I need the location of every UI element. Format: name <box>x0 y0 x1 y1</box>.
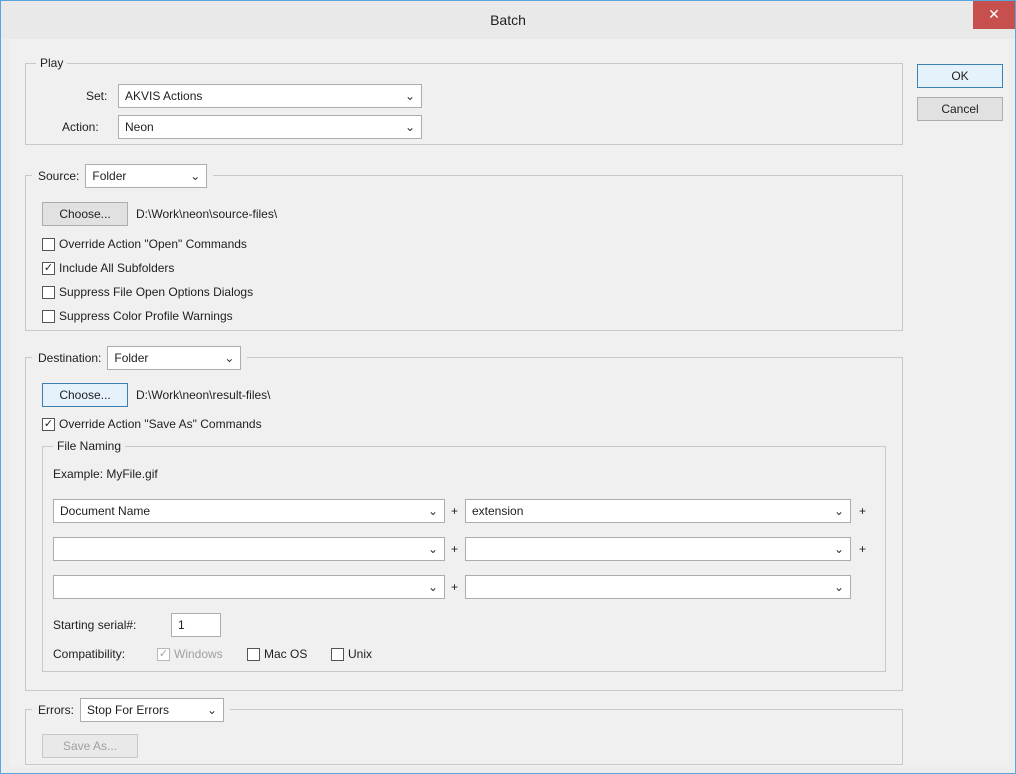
source-label: Source: <box>38 169 80 183</box>
ok-button[interactable]: OK <box>917 64 1003 88</box>
option-label: Override Action "Open" Commands <box>59 237 247 251</box>
file-naming-legend: File Naming <box>53 438 126 454</box>
destination-select[interactable]: Folder ⌄ <box>107 346 242 370</box>
chevron-down-icon: ⌄ <box>224 351 235 365</box>
errors-value: Stop For Errors <box>87 703 170 717</box>
chevron-down-icon: ⌄ <box>404 120 415 134</box>
errors-select[interactable]: Stop For Errors ⌄ <box>80 698 224 722</box>
source-choose-button[interactable]: Choose... <box>42 202 128 226</box>
plus-sign: + <box>859 504 867 518</box>
cancel-button[interactable]: Cancel <box>917 97 1003 121</box>
checkbox[interactable] <box>331 647 344 661</box>
save-as-button[interactable]: Save As... <box>42 734 138 758</box>
compat-windows: ✓ Windows <box>157 644 223 664</box>
check-icon: ✓ <box>157 647 170 661</box>
option-label: Suppress Color Profile Warnings <box>59 309 233 323</box>
field-value: extension <box>472 504 524 518</box>
close-icon[interactable]: ✕ <box>973 1 1015 29</box>
chevron-down-icon: ⌄ <box>833 542 844 556</box>
play-group: Play Set: AKVIS Actions ⌄ Action: Neon ⌄ <box>25 55 903 145</box>
destination-path: D:\Work\neon\result-files\ <box>136 388 271 402</box>
option-label: Mac OS <box>264 647 308 661</box>
suppress-color-warnings-option[interactable]: Suppress Color Profile Warnings <box>42 306 233 326</box>
file-naming-group: File Naming Example: MyFile.gif Document… <box>42 438 886 672</box>
option-label: Suppress File Open Options Dialogs <box>59 285 254 299</box>
source-value: Folder <box>92 169 127 183</box>
source-header: Source: Folder ⌄ <box>32 164 214 188</box>
field-value: Document Name <box>60 504 151 518</box>
source-group: Source: Folder ⌄ Choose... D:\Work\neon\… <box>25 164 903 331</box>
destination-value: Folder <box>114 351 149 365</box>
naming-field-3b[interactable]: ⌄ <box>465 575 851 599</box>
chevron-down-icon: ⌄ <box>833 580 844 594</box>
destination-choose-button[interactable]: Choose... <box>42 383 128 407</box>
option-label: Windows <box>174 647 223 661</box>
compat-label: Compatibility: <box>53 647 126 661</box>
plus-sign: + <box>859 542 867 556</box>
plus-sign: + <box>451 542 459 556</box>
option-label: Override Action "Save As" Commands <box>59 417 262 431</box>
naming-field-2a[interactable]: ⌄ <box>53 537 445 561</box>
naming-example: Example: MyFile.gif <box>53 467 158 481</box>
chevron-down-icon: ⌄ <box>427 542 438 556</box>
naming-field-2b[interactable]: ⌄ <box>465 537 851 561</box>
action-value: Neon <box>125 120 154 134</box>
set-label: Set: <box>86 89 108 103</box>
serial-input[interactable]: 1 <box>171 613 221 637</box>
plus-sign: + <box>451 580 459 594</box>
set-value: AKVIS Actions <box>125 89 203 103</box>
naming-field-1b[interactable]: extension ⌄ <box>465 499 851 523</box>
errors-label: Errors: <box>38 703 74 717</box>
override-open-option[interactable]: Override Action "Open" Commands <box>42 234 247 254</box>
chevron-down-icon: ⌄ <box>404 89 415 103</box>
naming-field-1a[interactable]: Document Name ⌄ <box>53 499 445 523</box>
set-select[interactable]: AKVIS Actions ⌄ <box>118 84 422 108</box>
action-label: Action: <box>62 120 99 134</box>
serial-label: Starting serial#: <box>53 618 137 632</box>
chevron-down-icon: ⌄ <box>833 504 844 518</box>
plus-sign: + <box>451 504 459 518</box>
destination-group: Destination: Folder ⌄ Choose... D:\Work\… <box>25 346 903 691</box>
check-icon[interactable]: ✓ <box>42 417 55 431</box>
option-label: Unix <box>348 647 373 661</box>
dialog-content: OK Cancel Play Set: AKVIS Actions ⌄ Acti… <box>9 39 1009 767</box>
errors-group: Errors: Stop For Errors ⌄ Save As... <box>25 698 903 765</box>
errors-header: Errors: Stop For Errors ⌄ <box>32 698 230 722</box>
batch-dialog: Batch ✕ OK Cancel Play Set: AKVIS Action… <box>0 0 1016 774</box>
checkbox[interactable] <box>42 237 55 251</box>
play-legend: Play <box>36 55 68 71</box>
check-icon[interactable]: ✓ <box>42 261 55 275</box>
compat-mac-os[interactable]: Mac OS <box>247 644 307 664</box>
destination-header: Destination: Folder ⌄ <box>32 346 248 370</box>
destination-label: Destination: <box>38 351 102 365</box>
chevron-down-icon: ⌄ <box>427 504 438 518</box>
include-subfolders-option[interactable]: ✓ Include All Subfolders <box>42 258 174 278</box>
chevron-down-icon: ⌄ <box>190 169 201 183</box>
compat-unix[interactable]: Unix <box>331 644 372 664</box>
chevron-down-icon: ⌄ <box>206 703 217 717</box>
checkbox[interactable] <box>42 309 55 323</box>
suppress-open-dialogs-option[interactable]: Suppress File Open Options Dialogs <box>42 282 253 302</box>
naming-field-3a[interactable]: ⌄ <box>53 575 445 599</box>
action-select[interactable]: Neon ⌄ <box>118 115 422 139</box>
source-path: D:\Work\neon\source-files\ <box>136 207 278 221</box>
checkbox[interactable] <box>42 285 55 299</box>
override-save-as-option[interactable]: ✓ Override Action "Save As" Commands <box>42 414 262 434</box>
source-select[interactable]: Folder ⌄ <box>85 164 208 188</box>
title-bar: Batch ✕ <box>1 1 1015 39</box>
window-title: Batch <box>490 12 526 28</box>
option-label: Include All Subfolders <box>59 261 175 275</box>
checkbox[interactable] <box>247 647 260 661</box>
chevron-down-icon: ⌄ <box>427 580 438 594</box>
